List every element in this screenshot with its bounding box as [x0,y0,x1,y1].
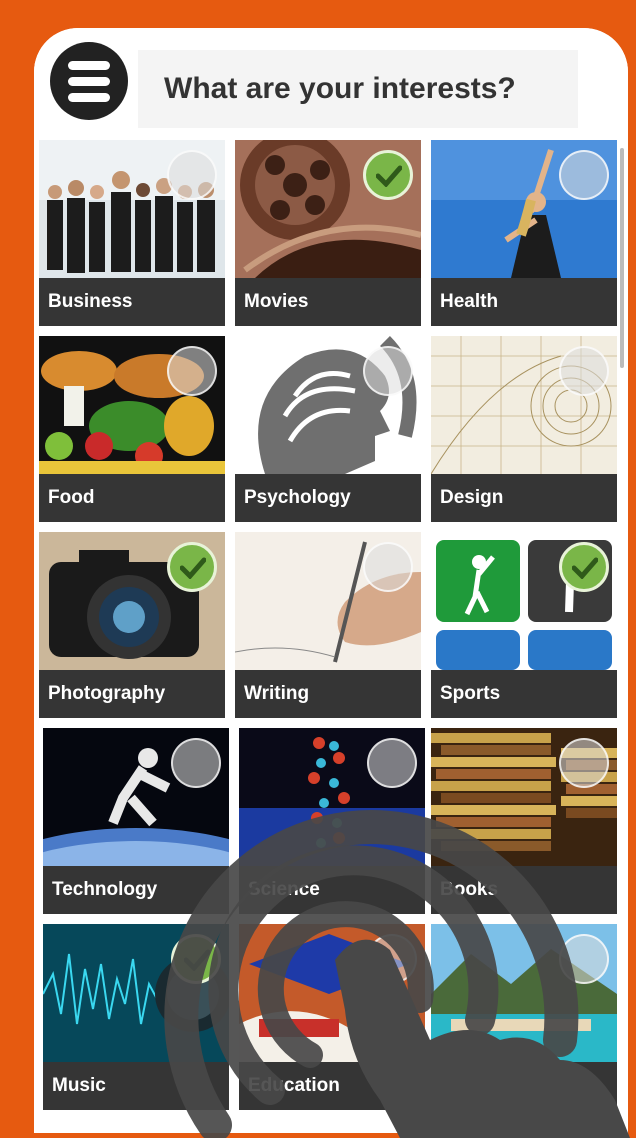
interest-tile-music[interactable]: Music [43,924,229,1110]
tile-label: Psychology [235,474,421,522]
checkmark-icon[interactable] [363,150,413,200]
tile-label: Photography [39,670,225,718]
tile-label: Business [39,278,225,326]
checkmark-icon[interactable] [559,542,609,592]
checkmark-icon[interactable] [367,738,417,788]
checkmark-icon[interactable] [171,738,221,788]
interest-tile-writing[interactable]: Writing [235,532,421,718]
checkmark-icon[interactable] [559,738,609,788]
tile-label: Visiting and [431,1062,617,1110]
app-screen: What are your interests? Business Movies… [34,28,628,1133]
interest-tile-business[interactable]: Business [39,140,225,326]
tile-label: Design [431,474,617,522]
menu-bar [68,92,110,102]
interest-tile-design[interactable]: Design [431,336,617,522]
page-title-box: What are your interests? [138,50,578,128]
tile-label: Music [43,1062,229,1110]
tile-label: Science [239,866,425,914]
tile-label: Technology [43,866,229,914]
interest-tile-technology[interactable]: Technology [43,728,229,914]
tile-label: Sports [431,670,617,718]
page-title: What are your interests? [164,72,516,105]
header: What are your interests? [34,28,628,128]
interest-tile-health[interactable]: Health [431,140,617,326]
tile-label: Books [431,866,617,914]
tile-label: Food [39,474,225,522]
checkmark-icon[interactable] [167,346,217,396]
checkmark-icon[interactable] [559,346,609,396]
checkmark-icon[interactable] [367,934,417,984]
checkmark-icon[interactable] [559,150,609,200]
scrollbar[interactable] [620,148,624,368]
menu-bar [68,76,110,86]
tile-label: Education [239,1062,425,1110]
checkmark-icon[interactable] [363,542,413,592]
menu-bar [68,60,110,70]
checkmark-icon[interactable] [171,934,221,984]
tile-label: Movies [235,278,421,326]
tile-label: Health [431,278,617,326]
checkmark-icon[interactable] [363,346,413,396]
interest-tile-food[interactable]: Food [39,336,225,522]
tile-label: Writing [235,670,421,718]
checkmark-icon[interactable] [559,934,609,984]
interest-tile-sports[interactable]: Sports [431,532,617,718]
interest-tile-books[interactable]: Books [431,728,617,914]
checkmark-icon[interactable] [167,150,217,200]
hamburger-menu-icon[interactable] [50,42,128,120]
checkmark-icon[interactable] [167,542,217,592]
interest-tile-education[interactable]: Education [239,924,425,1110]
interest-tile-photography[interactable]: Photography [39,532,225,718]
interest-tile-science[interactable]: Science [239,728,425,914]
interest-tile-psychology[interactable]: Psychology [235,336,421,522]
interest-tile-movies[interactable]: Movies [235,140,421,326]
interest-tile-visiting[interactable]: Visiting and [431,924,617,1110]
